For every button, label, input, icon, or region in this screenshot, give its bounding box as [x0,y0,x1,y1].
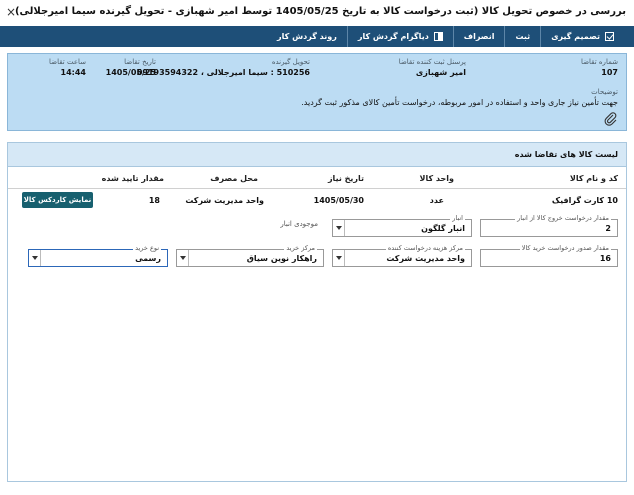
request-number-field: شماره تقاضا 107 [580,58,618,77]
registrar-value: امیر شهبازی [415,68,466,77]
workflow-process-label: روند گردش کار [277,32,337,41]
warehouse-value: انبار گلگون [421,224,465,233]
chevron-down-icon[interactable] [177,250,189,266]
list-title: لیست کالا های تقاضا شده [8,143,626,167]
col-unit: واحد کالا [419,174,455,183]
workflow-diagram-button[interactable]: دیاگرام گردش کار [346,26,453,47]
purchase-center-value: راهکار نوین سیاق [246,254,317,263]
approved-cell: 18 [148,196,160,205]
description-label: توضیحات [591,88,618,96]
attachment-icon[interactable] [604,112,618,126]
purchase-type-value: رسمی [135,254,161,263]
chevron-down-icon[interactable] [333,220,345,236]
table-row[interactable]: 10 کارت گرافیک عدد 1405/05/30 واحد مدیری… [8,189,626,211]
request-date-value: 1405/05/25 [105,68,156,77]
description-text: جهت تأمین نیاز جاری واحد و استفاده در ام… [301,98,618,107]
item-cell: 10 کارت گرافیک [551,196,618,205]
show-kardex-button[interactable]: نمایش کاردکس کالا [22,192,93,208]
request-info-panel: شماره تقاضا 107 پرسنل ثبت کننده تقاضا ام… [7,53,627,131]
purchase-qty-input[interactable]: مقدار صدور درخواست خرید کالا 16 [480,244,618,267]
request-date-field: تاریخ تقاضا 1405/05/25 [105,58,156,77]
decision-button[interactable]: تصمیم گیری [540,26,624,47]
chevron-down-icon[interactable] [333,250,345,266]
exit-qty-value: 2 [605,224,611,233]
purchase-center-select[interactable]: مرکز خرید راهکار نوین سیاق [176,244,324,267]
col-need-date: تاریخ نیاز [327,174,364,183]
purchase-type-select[interactable]: نوع خرید رسمی [28,244,168,267]
cancel-label: انصراف [463,32,495,41]
cost-center-select[interactable]: مرکز هزینه درخواست کننده واحد مدیریت شرک… [332,244,472,267]
workflow-process-button[interactable]: روند گردش کار [267,26,347,47]
need-date-cell: 1405/05/30 [313,196,364,205]
window-title: بررسی در خصوص تحویل کالا (ثبت درخواست کا… [14,6,626,17]
usage-cell: واحد مدیریت شرکت [185,196,264,205]
warehouse-select[interactable]: انبار انبار گلگون [332,214,472,237]
title-bar: بررسی در خصوص تحویل کالا (ثبت درخواست کا… [0,0,634,26]
decision-label: تصمیم گیری [551,32,600,41]
diagram-icon [433,32,443,41]
submit-label: ثبت [515,32,531,41]
receiver-value: 510256 : سیما امیرجلالی ، 09193594322 [136,68,310,77]
unit-cell: عدد [429,196,444,205]
request-time-field: ساعت تقاضا 14:44 [49,58,86,77]
table-header: کد و نام کالا واحد کالا تاریخ نیاز محل م… [8,167,626,189]
col-usage: محل مصرف [210,174,258,183]
col-item: کد و نام کالا [569,174,618,183]
toolbar: تصمیم گیری ثبت انصراف دیاگرام گردش کار ر… [0,26,634,47]
requested-items-panel: لیست کالا های تقاضا شده کد و نام کالا وا… [7,142,627,482]
close-icon[interactable]: × [6,5,16,19]
exit-qty-input[interactable]: مقدار درخواست خروج کالا از انبار 2 [480,214,618,237]
stock-label: موجودی انبار [280,220,318,228]
request-number-value: 107 [601,68,618,77]
chevron-down-icon[interactable] [29,250,41,266]
receiver-field: تحویل گیرنده 510256 : سیما امیرجلالی ، 0… [136,58,310,77]
purchase-qty-value: 16 [599,254,611,263]
submit-button[interactable]: ثبت [504,26,540,47]
cost-center-value: واحد مدیریت شرکت [386,254,465,263]
col-approved: مقدار تایید شده [101,174,164,183]
workflow-diagram-label: دیاگرام گردش کار [357,32,429,41]
checkbox-icon [605,32,614,41]
request-time-value: 14:44 [60,68,86,77]
cancel-button[interactable]: انصراف [452,26,505,47]
registrar-field: پرسنل ثبت کننده تقاضا امیر شهبازی [398,58,466,77]
